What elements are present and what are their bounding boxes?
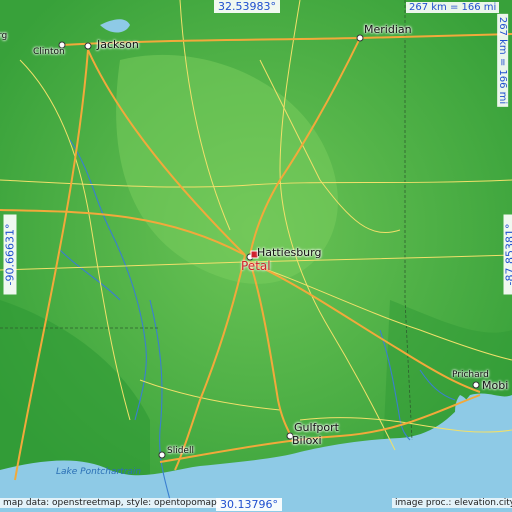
city-label-jackson[interactable]: Jackson [97, 38, 139, 51]
marker-slidell[interactable] [158, 451, 166, 459]
map-view[interactable]: rg Clinton Jackson Meridian Hattiesburg … [0, 0, 512, 512]
marker-meridian[interactable] [356, 34, 364, 42]
credit-right: image proc.: elevation.city [392, 498, 512, 508]
coord-top: 32.53983° [214, 0, 280, 13]
marker-jackson[interactable] [84, 42, 92, 50]
city-label-edge: rg [0, 31, 8, 41]
city-label-clinton[interactable]: Clinton [33, 47, 65, 57]
city-label-petal[interactable]: Petal [241, 259, 271, 273]
coord-right: -87.85381° [503, 214, 512, 295]
city-label-gulfport[interactable]: Gulfport [294, 421, 339, 434]
credit-left: map data: openstreetmap, style: opentopo… [0, 498, 220, 508]
city-label-meridian[interactable]: Meridian [364, 23, 412, 36]
coord-left: -90.66631° [3, 214, 17, 295]
city-label-hattiesburg[interactable]: Hattiesburg [257, 246, 321, 259]
water-label-lake-pontchartrain: Lake Pontchartrain [56, 467, 142, 477]
map-canvas [0, 0, 512, 512]
coord-bottom: 30.13796° [216, 498, 282, 511]
marker-mobile[interactable] [472, 381, 480, 389]
city-label-slidell[interactable]: Slidell [167, 446, 194, 456]
scale-horizontal: 267 km = 166 mi [406, 2, 500, 13]
scale-vertical: 267 km = 166 mi [497, 13, 509, 108]
city-label-biloxi[interactable]: Biloxi [292, 434, 322, 447]
city-label-mobile[interactable]: Mobi [482, 379, 508, 392]
